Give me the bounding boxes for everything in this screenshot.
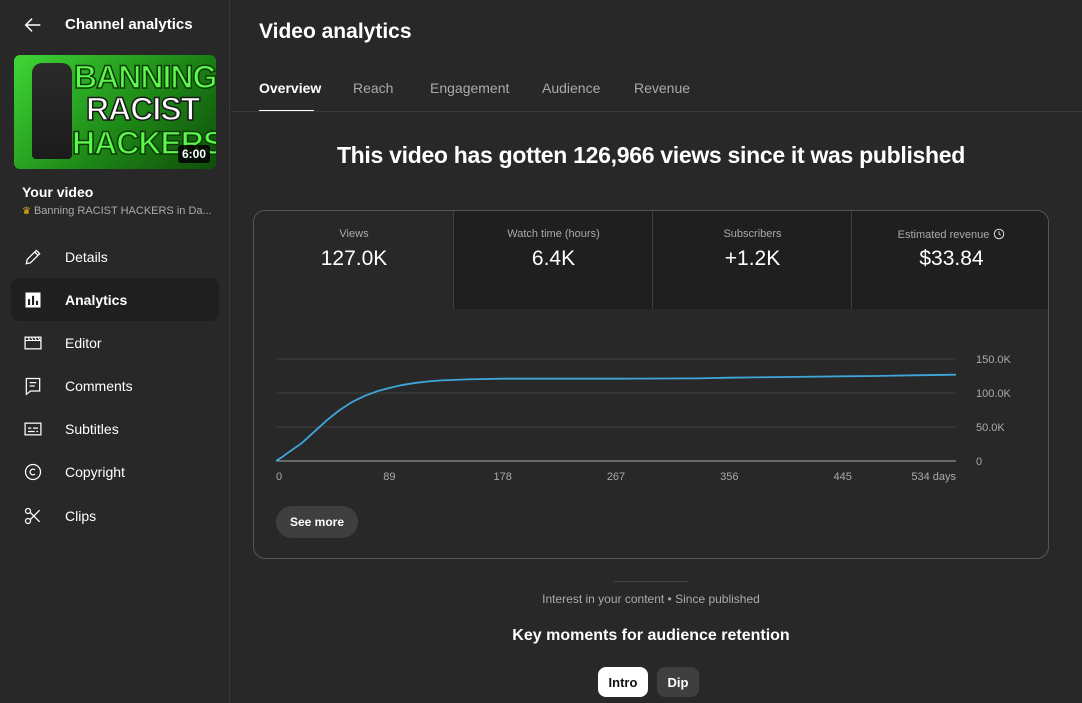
sidebar-header: Channel analytics — [0, 0, 230, 50]
sidebar-item-label: Editor — [65, 334, 102, 351]
sidebar-item-editor[interactable]: Editor — [11, 321, 219, 364]
sidebar-item-label: Clips — [65, 507, 97, 524]
sidebar-item-details[interactable]: Details — [11, 235, 219, 278]
copyright-icon — [22, 461, 44, 483]
metric-value: +1.2K — [724, 247, 781, 270]
sidebar-item-copyright[interactable]: Copyright — [11, 450, 219, 493]
metric-label: Estimated revenue — [852, 228, 1048, 241]
tab-audience[interactable]: Audience — [542, 80, 600, 96]
tabs-divider — [231, 111, 1082, 112]
metric-label: Views — [339, 228, 369, 240]
subtitles-icon — [22, 418, 44, 440]
tab-revenue[interactable]: Revenue — [634, 80, 690, 96]
metric-watch-time[interactable]: Watch time (hours) 6.4K — [453, 211, 653, 309]
crown-icon: ♛ — [22, 206, 31, 217]
main-content: Video analytics Overview Reach Engagemen… — [231, 0, 1082, 703]
page-title: Video analytics — [259, 20, 412, 43]
sidebar-item-label: Copyright — [65, 463, 125, 480]
x-tick-label: 267 — [607, 471, 625, 483]
x-tick-label: 89 — [383, 471, 395, 483]
overview-card: Views 127.0K Watch time (hours) 6.4K Sub… — [253, 210, 1049, 559]
metric-value: 127.0K — [320, 247, 388, 270]
metric-label: Watch time (hours) — [507, 228, 600, 240]
editor-icon — [22, 332, 44, 354]
sidebar-item-label: Details — [65, 248, 108, 265]
sidebar-item-subtitles[interactable]: Subtitles — [11, 407, 219, 450]
video-duration-badge: 6:00 — [177, 145, 210, 163]
x-tick-label: 534 days — [911, 471, 956, 483]
views-headline: This video has gotten 126,966 views sinc… — [336, 142, 966, 168]
chip-intro[interactable]: Intro — [598, 667, 648, 697]
thumbnail-character — [32, 63, 72, 159]
tab-reach[interactable]: Reach — [353, 80, 393, 96]
tab-overview[interactable]: Overview — [259, 80, 321, 96]
metric-value: 6.4K — [531, 247, 576, 270]
chip-dip[interactable]: Dip — [657, 667, 699, 697]
back-arrow-icon[interactable] — [22, 14, 44, 36]
key-moments-title: Key moments for audience retention — [512, 627, 790, 644]
sidebar: Channel analytics BANNING RACIST HACKERS… — [0, 0, 230, 703]
y-tick-label: 0 — [976, 456, 982, 468]
y-tick-label: 100.0K — [976, 388, 1012, 400]
views-series-line — [276, 373, 957, 462]
sidebar-item-label: Subtitles — [65, 420, 119, 437]
sidebar-item-label: Analytics — [65, 291, 128, 308]
y-tick-label: 50.0K — [976, 422, 1005, 434]
metric-label-text: Estimated revenue — [897, 229, 990, 241]
tab-engagement[interactable]: Engagement — [430, 80, 509, 96]
sidebar-item-label: Comments — [65, 377, 133, 394]
analytics-icon — [22, 289, 44, 311]
thumbnail-text-line-1: BANNING — [73, 59, 216, 95]
metric-views[interactable]: Views 127.0K — [254, 211, 454, 309]
x-tick-label: 445 — [833, 471, 851, 483]
pencil-icon — [22, 246, 44, 268]
views-line-chart: 0 50.0K 100.0K 150.0K 0 89 178 267 356 445 534 day… — [276, 354, 1012, 483]
your-video-label: Your video — [22, 184, 94, 200]
sidebar-item-clips[interactable]: Clips — [11, 494, 219, 537]
metric-estimated-revenue[interactable]: Estimated revenue $33.84 — [851, 211, 1048, 309]
x-tick-label: 178 — [493, 471, 511, 483]
comments-icon — [22, 375, 44, 397]
clock-icon — [994, 228, 1005, 240]
sidebar-item-comments[interactable]: Comments — [11, 364, 219, 407]
x-tick-label: 0 — [276, 471, 282, 483]
scissors-icon — [22, 505, 44, 527]
video-title[interactable]: ♛ Banning RACIST HACKERS in Da... — [22, 205, 217, 217]
metric-label: Subscribers — [723, 228, 782, 240]
video-thumbnail[interactable]: BANNING RACIST HACKERS 6:00 — [14, 55, 216, 169]
sidebar-item-analytics[interactable]: Analytics — [11, 278, 219, 321]
section-divider — [614, 581, 688, 582]
interest-caption: Interest in your content • Since publish… — [542, 592, 760, 606]
x-tick-label: 356 — [720, 471, 738, 483]
metric-subscribers[interactable]: Subscribers +1.2K — [652, 211, 852, 309]
see-more-button[interactable]: See more — [276, 506, 358, 538]
y-tick-label: 150.0K — [976, 354, 1012, 366]
thumbnail-text-line-2: RACIST — [85, 91, 201, 127]
metric-value: $33.84 — [919, 247, 984, 270]
sidebar-title: Channel analytics — [65, 16, 193, 33]
video-title-text: Banning RACIST HACKERS in Da... — [33, 205, 212, 217]
